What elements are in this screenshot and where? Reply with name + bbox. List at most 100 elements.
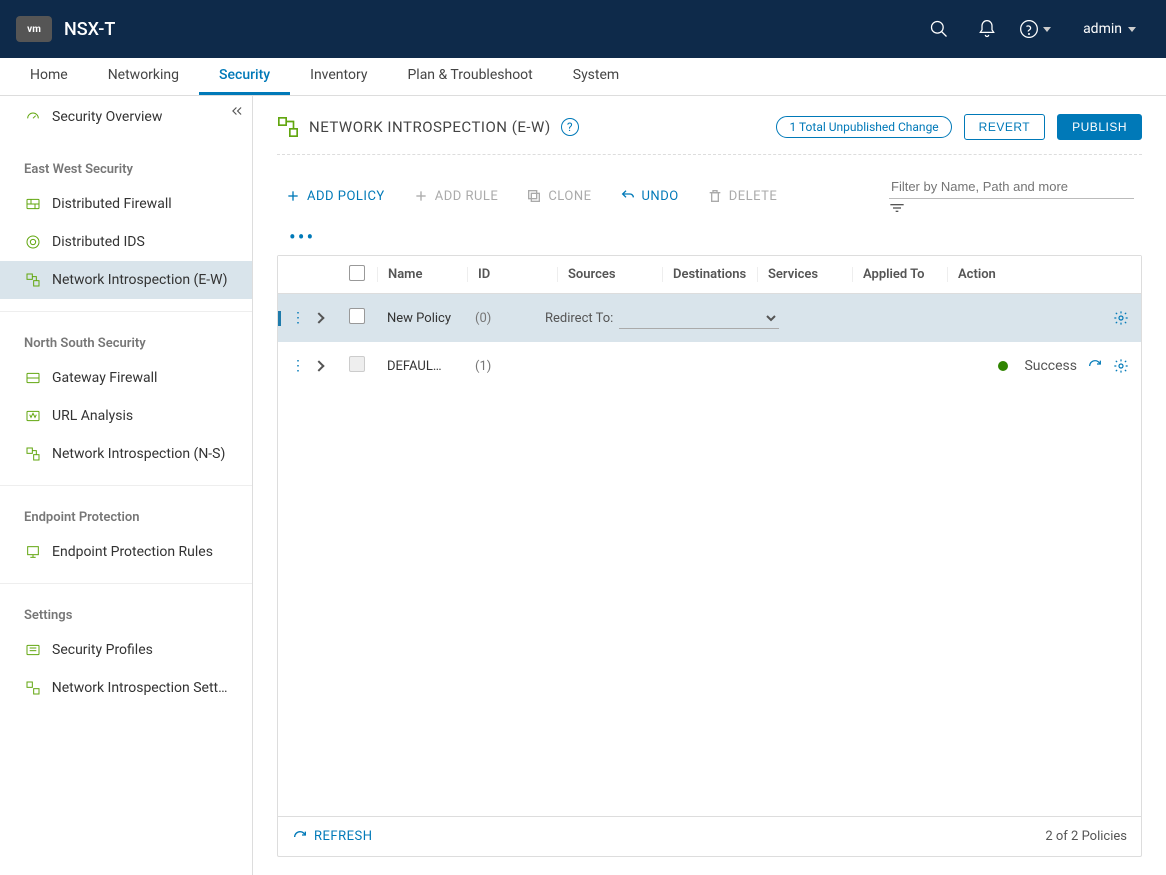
sidebar-item-label: Network Introspection (N-S) — [52, 446, 225, 462]
revert-button[interactable]: REVERT — [964, 114, 1045, 140]
status-text: Success — [1024, 358, 1077, 374]
sidebar-item-label: Distributed Firewall — [52, 196, 172, 212]
tab-plan-troubleshoot[interactable]: Plan & Troubleshoot — [387, 58, 552, 95]
add-rule-label: ADD RULE — [435, 189, 499, 204]
add-rule-button: ADD RULE — [413, 188, 499, 204]
policy-name: New Policy — [377, 311, 465, 326]
header-applied-to[interactable]: Applied To — [852, 267, 947, 282]
sidebar-security-overview[interactable]: Security Overview — [0, 96, 252, 138]
policy-count: (0) — [465, 311, 535, 326]
add-policy-label: ADD POLICY — [307, 189, 385, 204]
page-icon — [277, 116, 299, 138]
table-header: Name ID Sources Destinations Services Ap… — [278, 256, 1141, 294]
row-checkbox[interactable] — [349, 308, 365, 324]
sidebar-item-label: Endpoint Protection Rules — [52, 544, 213, 560]
filter-lines-icon[interactable] — [889, 199, 1134, 217]
url-icon — [24, 407, 42, 425]
sidebar-security-profiles[interactable]: Security Profiles — [0, 631, 252, 669]
sidebar-distributed-firewall[interactable]: Distributed Firewall — [0, 185, 252, 223]
filter-box — [889, 175, 1134, 217]
policy-count: (1) — [465, 359, 535, 374]
main-layout: Security Overview East West Security Dis… — [0, 96, 1166, 875]
introspection-ns-icon — [24, 445, 42, 463]
firewall-icon — [24, 195, 42, 213]
notifications-icon[interactable] — [967, 9, 1007, 49]
main-tabs: Home Networking Security Inventory Plan … — [0, 58, 1166, 96]
redirect-select[interactable] — [619, 307, 779, 329]
expand-row-icon[interactable] — [313, 312, 324, 323]
help-icon[interactable]: ? — [561, 118, 579, 136]
delete-button: DELETE — [707, 188, 778, 204]
pagination-count: 2 of 2 Policies — [1045, 829, 1127, 844]
tab-home[interactable]: Home — [10, 58, 88, 95]
section-endpoint: Endpoint Protection — [0, 498, 252, 533]
sidebar-item-label: Network Introspection (E-W) — [52, 272, 228, 288]
header-id[interactable]: ID — [467, 267, 557, 282]
publish-button[interactable]: PUBLISH — [1057, 114, 1142, 140]
page-title: NETWORK INTROSPECTION (E-W) — [309, 118, 551, 136]
tab-security[interactable]: Security — [199, 58, 290, 95]
section-north-south: North South Security — [0, 324, 252, 359]
header-sources[interactable]: Sources — [557, 267, 662, 282]
sidebar-gateway-firewall[interactable]: Gateway Firewall — [0, 359, 252, 397]
toolbar: ADD POLICY ADD RULE CLONE UNDO DELETE — [277, 155, 1142, 225]
table-footer: REFRESH 2 of 2 Policies — [278, 816, 1141, 856]
row-settings-icon[interactable] — [1113, 310, 1129, 326]
chevron-down-icon — [1128, 27, 1136, 32]
header-name[interactable]: Name — [377, 267, 467, 282]
undo-button[interactable]: UNDO — [620, 188, 679, 204]
settings-icon — [24, 679, 42, 697]
header-services[interactable]: Services — [757, 267, 852, 282]
refresh-button[interactable]: REFRESH — [292, 829, 372, 845]
endpoint-icon — [24, 543, 42, 561]
help-menu-icon[interactable] — [1015, 9, 1055, 49]
table-body: ⋮ New Policy (0) Redirect To: ⋮ — [278, 294, 1141, 816]
user-name: admin — [1083, 21, 1122, 37]
collapse-sidebar-icon[interactable] — [230, 104, 244, 122]
sidebar-network-introspection-settings[interactable]: Network Introspection Setti… — [0, 669, 252, 707]
search-icon[interactable] — [919, 9, 959, 49]
row-refresh-icon[interactable] — [1087, 358, 1103, 374]
status-dot-icon — [998, 361, 1008, 371]
introspection-icon — [24, 271, 42, 289]
policies-table: Name ID Sources Destinations Services Ap… — [277, 255, 1142, 857]
gateway-icon — [24, 369, 42, 387]
sidebar-network-introspection-ns[interactable]: Network Introspection (N-S) — [0, 435, 252, 473]
select-all-checkbox[interactable] — [349, 265, 365, 281]
sidebar-endpoint-protection-rules[interactable]: Endpoint Protection Rules — [0, 533, 252, 571]
policy-row[interactable]: ⋮ New Policy (0) Redirect To: — [278, 294, 1141, 342]
page-header: NETWORK INTROSPECTION (E-W) ? 1 Total Un… — [277, 114, 1142, 155]
user-menu[interactable]: admin — [1075, 21, 1150, 37]
sidebar-url-analysis[interactable]: URL Analysis — [0, 397, 252, 435]
tab-system[interactable]: System — [553, 58, 639, 95]
more-options-icon[interactable]: ••• — [277, 225, 1142, 249]
sidebar: Security Overview East West Security Dis… — [0, 96, 253, 875]
clone-label: CLONE — [548, 189, 591, 204]
add-policy-button[interactable]: ADD POLICY — [285, 188, 385, 204]
policy-name: DEFAUL… — [377, 359, 465, 374]
sidebar-distributed-ids[interactable]: Distributed IDS — [0, 223, 252, 261]
sidebar-item-label: Security Overview — [52, 109, 162, 125]
sidebar-item-label: Network Introspection Setti… — [52, 680, 228, 696]
app-header: vm NSX-T admin — [0, 0, 1166, 58]
profiles-icon — [24, 641, 42, 659]
row-settings-icon[interactable] — [1113, 358, 1129, 374]
ids-icon — [24, 233, 42, 251]
redirect-to-field: Redirect To: — [535, 307, 789, 329]
unpublished-changes-badge: 1 Total Unpublished Change — [776, 116, 951, 138]
tab-networking[interactable]: Networking — [88, 58, 199, 95]
header-destinations[interactable]: Destinations — [662, 267, 757, 282]
sidebar-item-label: Security Profiles — [52, 642, 153, 658]
content-area: NETWORK INTROSPECTION (E-W) ? 1 Total Un… — [253, 96, 1166, 875]
policy-row[interactable]: ⋮ DEFAUL… (1) Success — [278, 342, 1141, 390]
filter-input[interactable] — [889, 175, 1134, 199]
clone-button: CLONE — [526, 188, 591, 204]
tab-inventory[interactable]: Inventory — [290, 58, 387, 95]
section-east-west: East West Security — [0, 138, 252, 185]
header-action[interactable]: Action — [947, 267, 1032, 282]
section-settings: Settings — [0, 596, 252, 631]
expand-row-icon[interactable] — [313, 360, 324, 371]
sidebar-item-label: URL Analysis — [52, 408, 133, 424]
redirect-label: Redirect To: — [545, 311, 613, 326]
sidebar-network-introspection-ew[interactable]: Network Introspection (E-W) — [0, 261, 252, 299]
